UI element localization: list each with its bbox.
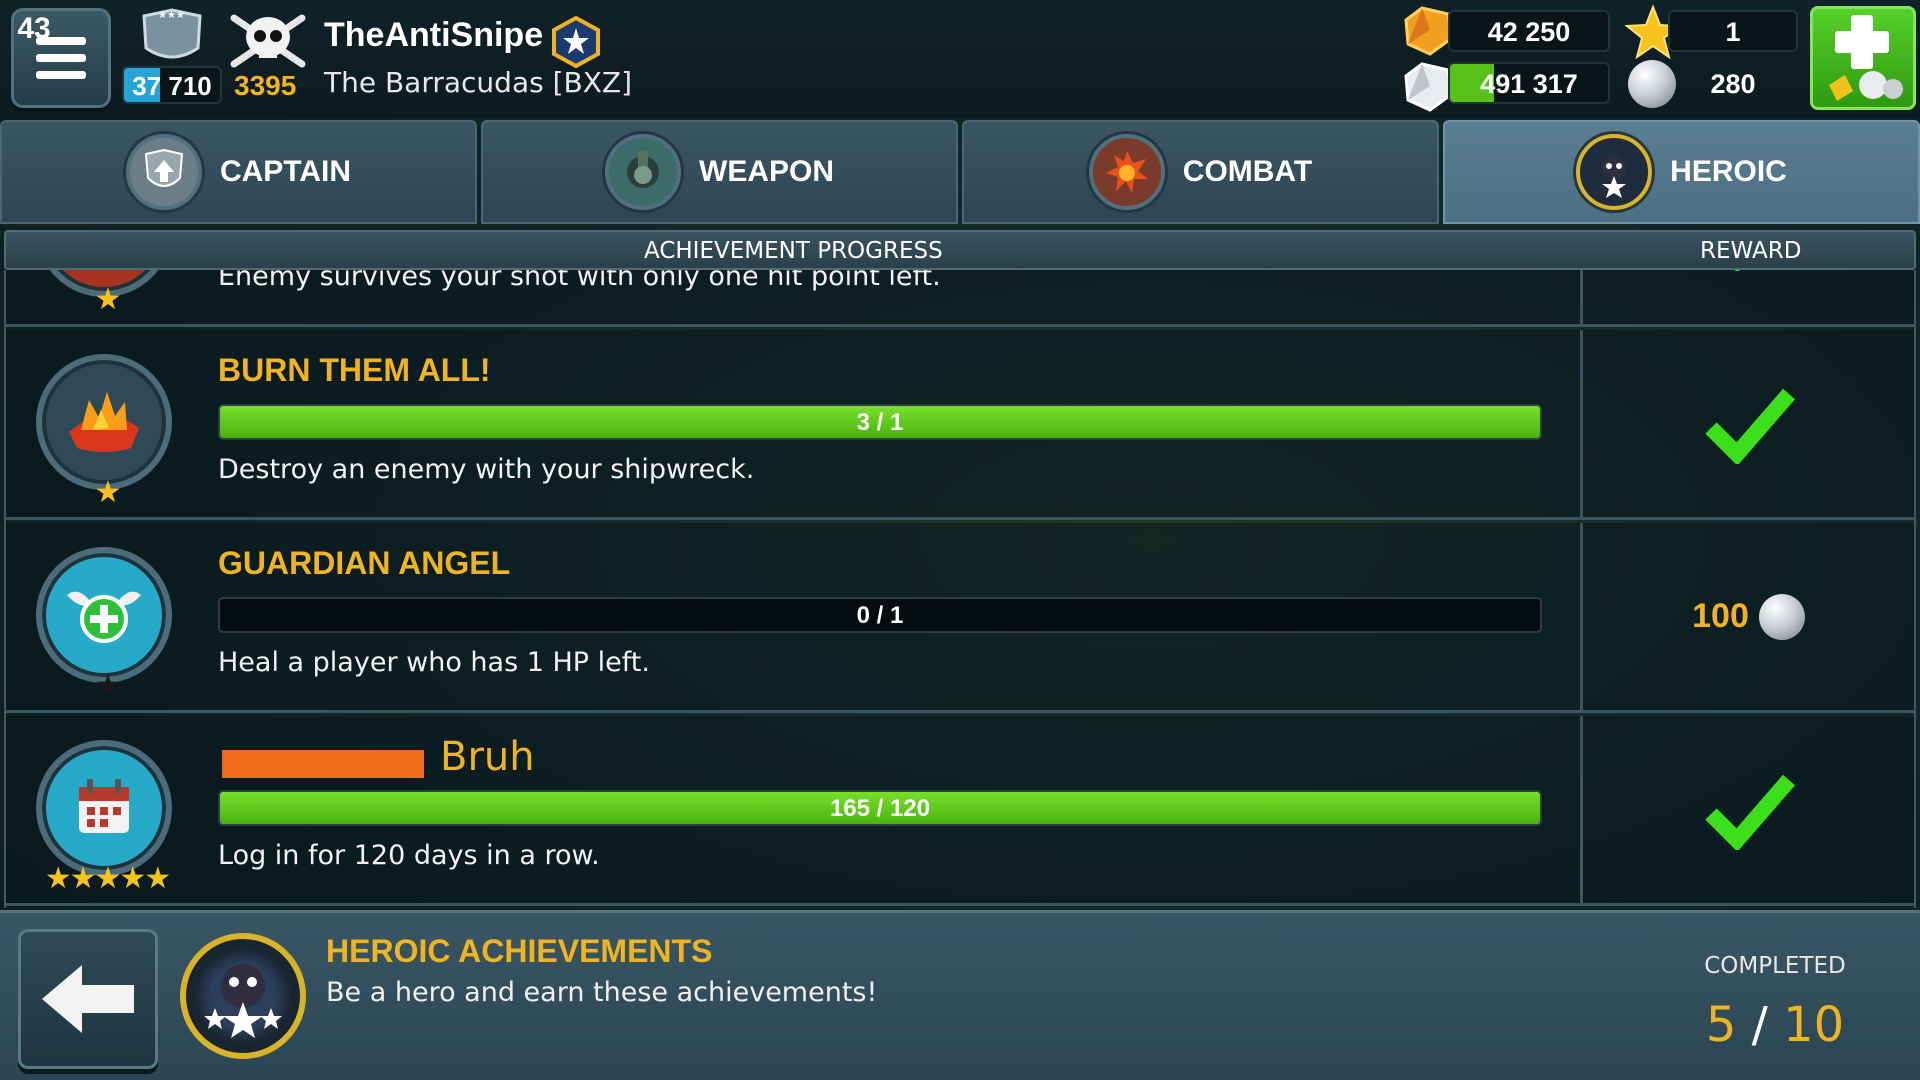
- footer-subtitle: Be a hero and earn these achievements!: [326, 977, 878, 1008]
- achievement-description: Log in for 120 days in a row.: [218, 840, 600, 871]
- star-badge-icon: [552, 16, 600, 68]
- stars-counter: 1: [1668, 10, 1798, 52]
- completed-count: 5: [1705, 997, 1737, 1053]
- achievement-stars: ★: [94, 282, 122, 317]
- rank-level: 43: [17, 12, 51, 45]
- achievement-description: Destroy an enemy with your shipwreck.: [218, 454, 755, 485]
- tab-label: WEAPON: [699, 155, 834, 188]
- reward-cell: [1583, 716, 1914, 903]
- reward-cell: [1583, 270, 1914, 324]
- tab-weapon[interactable]: WEAPON: [481, 120, 958, 224]
- reward-cell: 100: [1583, 523, 1914, 710]
- player-name[interactable]: TheAntiSnipe: [324, 16, 543, 55]
- reward-amount: 100: [1692, 597, 1749, 635]
- achievement-stars: ★: [94, 668, 122, 703]
- plus-icon: [1829, 15, 1903, 101]
- completed-total: 10: [1783, 997, 1845, 1053]
- achievement-progress-header: ACHIEVEMENT PROGRESS: [644, 238, 943, 264]
- achievement-progress-bar: 165 / 120: [218, 790, 1542, 826]
- progress-text: 0 / 1: [856, 602, 904, 629]
- completed-separator: /: [1751, 997, 1768, 1053]
- pearls-counter: 280: [1668, 62, 1798, 104]
- redacted-bar: [222, 750, 424, 778]
- xp-bar: 37 710: [122, 66, 222, 104]
- completed-value: 5 / 10: [1690, 997, 1860, 1053]
- achievement-row[interactable]: ★ GUARDIAN ANGEL 0 / 1 Heal a player who…: [6, 523, 1914, 713]
- reward-header: REWARD: [1700, 238, 1802, 264]
- tab-label: COMBAT: [1182, 155, 1313, 188]
- achievement-title: GUARDIAN ANGEL: [218, 545, 511, 581]
- completed-label: COMPLETED: [1704, 953, 1846, 979]
- winged-heal-icon: [36, 547, 172, 683]
- gold-counter: 42 250: [1448, 10, 1610, 52]
- back-arrow-icon: [42, 965, 134, 1033]
- checkmark-icon: [1704, 388, 1795, 464]
- tab-heroic[interactable]: HEROIC: [1443, 120, 1920, 224]
- explosion-icon: [1088, 134, 1165, 210]
- calendar-icon: [36, 740, 172, 876]
- silver-counter: 491 317: [1448, 62, 1610, 104]
- cannon-icon: [605, 134, 681, 210]
- tab-label: HEROIC: [1670, 155, 1787, 188]
- achievement-progress-bar: 0 / 1: [218, 597, 1542, 633]
- achievement-row[interactable]: ★ BURN THEM ALL! 3 / 1 Destroy an enemy …: [6, 330, 1914, 520]
- checkmark-icon: [1734, 270, 1739, 271]
- tab-combat[interactable]: COMBAT: [962, 120, 1439, 224]
- hero-emblem-icon: [1576, 134, 1653, 210]
- rank-shield-icon: ★★★: [142, 8, 202, 59]
- footer-panel: HEROIC ACHIEVEMENTS Be a hero and earn t…: [0, 910, 1920, 1080]
- category-tabs: CAPTAIN WEAPON COMBAT HEROIC: [0, 120, 1920, 224]
- back-button[interactable]: [18, 929, 158, 1069]
- fire-ship-icon: [36, 354, 172, 490]
- top-bar: ★★★ 43 37 710 3395 TheAntiSnipe The Barr…: [0, 0, 1920, 118]
- svg-text:★★★: ★★★: [158, 10, 185, 21]
- achievement-title: BURN THEM ALL!: [218, 352, 491, 388]
- skull-score: 3395: [234, 70, 297, 101]
- achievement-stars: ★★★★★: [44, 861, 171, 896]
- achievement-row[interactable]: ★ Enemy survives your shot with only one…: [6, 270, 1914, 327]
- pearl-icon: [1758, 593, 1805, 640]
- table-header: ACHIEVEMENT PROGRESS REWARD: [4, 230, 1916, 270]
- add-currency-button[interactable]: [1810, 6, 1916, 110]
- reward-cell: [1583, 330, 1914, 517]
- clan-name[interactable]: The Barracudas [BXZ]: [324, 66, 632, 99]
- skull-crossbones-icon: [230, 14, 306, 68]
- xp-value: 37 710: [132, 71, 212, 101]
- achievement-row[interactable]: ★★★★★ Bruh 165 / 120 Log in for 120 days…: [6, 716, 1914, 906]
- shield-arrow-icon: [125, 134, 202, 210]
- achievement-list[interactable]: ★ Enemy survives your shot with only one…: [4, 270, 1916, 908]
- achievement-description: Heal a player who has 1 HP left.: [218, 647, 650, 678]
- gold-value: 42 250: [1487, 17, 1571, 47]
- stars-value: 1: [1725, 17, 1741, 47]
- heroic-emblem-icon: [180, 933, 306, 1059]
- achievement-stars: ★: [94, 475, 122, 510]
- achievement-description: Enemy survives your shot with only one h…: [218, 270, 941, 292]
- progress-text: 165 / 120: [829, 795, 931, 822]
- tab-captain[interactable]: CAPTAIN: [0, 120, 477, 224]
- pearls-value: 280: [1710, 69, 1756, 99]
- checkmark-icon: [1704, 774, 1795, 850]
- progress-text: 3 / 1: [856, 409, 904, 436]
- footer-title: HEROIC ACHIEVEMENTS: [326, 933, 713, 969]
- achievement-title: Bruh: [440, 734, 535, 780]
- silver-value: 491 317: [1480, 69, 1578, 99]
- tab-label: CAPTAIN: [219, 155, 352, 188]
- achievement-progress-bar: 3 / 1: [218, 404, 1542, 440]
